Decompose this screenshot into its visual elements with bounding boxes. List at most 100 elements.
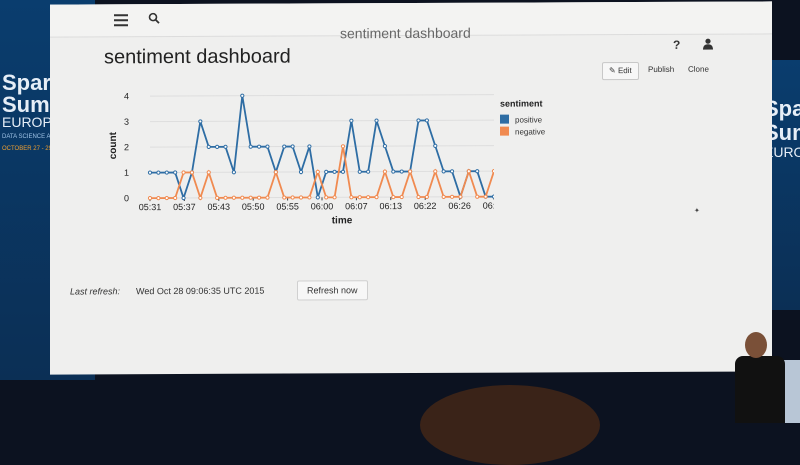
y-gridline [150,145,494,148]
publish-button[interactable]: Publish [642,62,680,78]
data-point-negative [273,169,278,175]
data-point-negative [491,169,494,174]
data-point-positive [307,144,312,149]
data-point-negative [189,170,195,175]
data-point-positive [198,119,203,124]
data-point-positive [449,169,455,174]
data-point-positive [433,143,438,148]
data-point-negative [475,194,480,199]
help-icon[interactable]: ? [673,38,680,52]
data-point-positive [399,169,404,174]
data-point-positive [215,144,220,149]
data-point-negative [458,194,463,199]
data-point-positive [240,93,245,98]
data-point-negative [382,169,388,174]
y-tick-label: 1 [124,168,129,178]
data-point-positive [181,195,186,201]
data-point-negative [315,169,320,175]
x-tick-label: 06:26 [448,201,471,211]
data-point-negative [366,195,371,200]
speaker-head [745,332,767,358]
x-tick-label: 06:00 [311,201,334,211]
data-point-positive [391,169,396,174]
data-point-positive [340,169,346,174]
data-point-negative [215,195,220,200]
data-point-positive [156,170,161,175]
x-tick-label: 05:37 [173,202,196,212]
data-point-positive [248,144,253,149]
projector-screen: sentiment dashboard ? sentiment dashboar… [50,1,772,375]
data-point-negative [206,170,211,175]
data-point-positive [206,144,211,149]
data-point-negative [340,144,346,149]
data-point-positive [332,169,337,174]
y-tick-label: 0 [124,193,129,203]
data-point-positive [282,144,287,149]
legend-item-positive: positive [500,114,543,125]
speaker-body [735,356,785,423]
legend-swatch-positive [500,114,509,124]
data-point-negative [256,195,262,200]
data-point-negative [282,195,287,200]
x-tick-label: 05:43 [208,202,231,212]
data-point-negative [332,195,337,200]
data-point-negative [441,194,446,199]
data-point-positive [424,118,429,123]
data-point-negative [424,194,429,200]
banner-text: OCTOBER 27 - 29 [2,146,52,152]
x-tick-label: 06:07 [345,201,368,211]
legend-title: sentiment [500,98,543,109]
legend-label-positive: positive [515,115,543,125]
data-point-positive [475,169,480,174]
y-tick-label: 4 [124,91,129,101]
data-point-negative [324,195,329,200]
legend-item-negative: negative [500,126,545,137]
clone-button[interactable]: Clone [682,62,715,78]
data-point-negative [164,195,169,201]
x-tick-label: 06:22 [414,201,437,211]
data-point-positive [491,194,494,199]
data-point-negative [449,194,455,199]
data-point-positive [315,195,320,200]
search-icon[interactable] [148,12,160,24]
y-gridline [150,94,494,97]
data-point-negative [349,195,354,200]
data-point-positive [298,169,304,175]
app-title: sentiment dashboard [340,24,471,42]
data-point-negative [433,169,438,174]
data-point-negative [198,195,203,201]
data-point-positive [382,144,388,149]
x-tick-label: 05:31 [139,202,162,212]
data-point-positive [441,169,446,174]
data-point-positive [256,144,262,149]
data-point-positive [366,169,371,174]
data-point-positive [357,169,362,174]
edit-button[interactable]: ✎ Edit [602,62,639,81]
user-icon[interactable] [702,38,714,50]
data-point-negative [240,195,245,200]
data-point-negative [147,196,153,201]
data-point-negative [416,194,421,200]
x-tick-label: 06:13 [380,201,403,211]
data-point-positive [173,170,178,175]
data-point-positive [290,144,295,149]
y-axis-label: count [108,131,119,159]
data-point-negative [265,195,270,200]
last-refresh-time: Wed Oct 28 09:06:35 UTC 2015 [136,285,265,297]
data-point-negative [483,194,488,199]
speaker [735,330,795,423]
audience-member-head [420,385,600,465]
data-point-negative [407,169,413,174]
data-point-positive [374,118,379,123]
x-axis-label: time [332,215,353,226]
refresh-now-button[interactable]: Refresh now [297,280,368,301]
hamburger-menu-icon[interactable] [114,14,128,27]
data-point-positive [147,170,153,175]
data-point-negative [391,194,396,200]
data-point-positive [223,144,228,149]
data-point-negative [223,195,228,200]
data-point-negative [466,169,471,174]
sentiment-line-chart: 0 1 2 3 4 count 05:31 05:37 05:43 05:50 05:55 06:00… [108,91,494,226]
legend-swatch-negative [500,126,509,136]
data-point-negative [374,195,379,200]
